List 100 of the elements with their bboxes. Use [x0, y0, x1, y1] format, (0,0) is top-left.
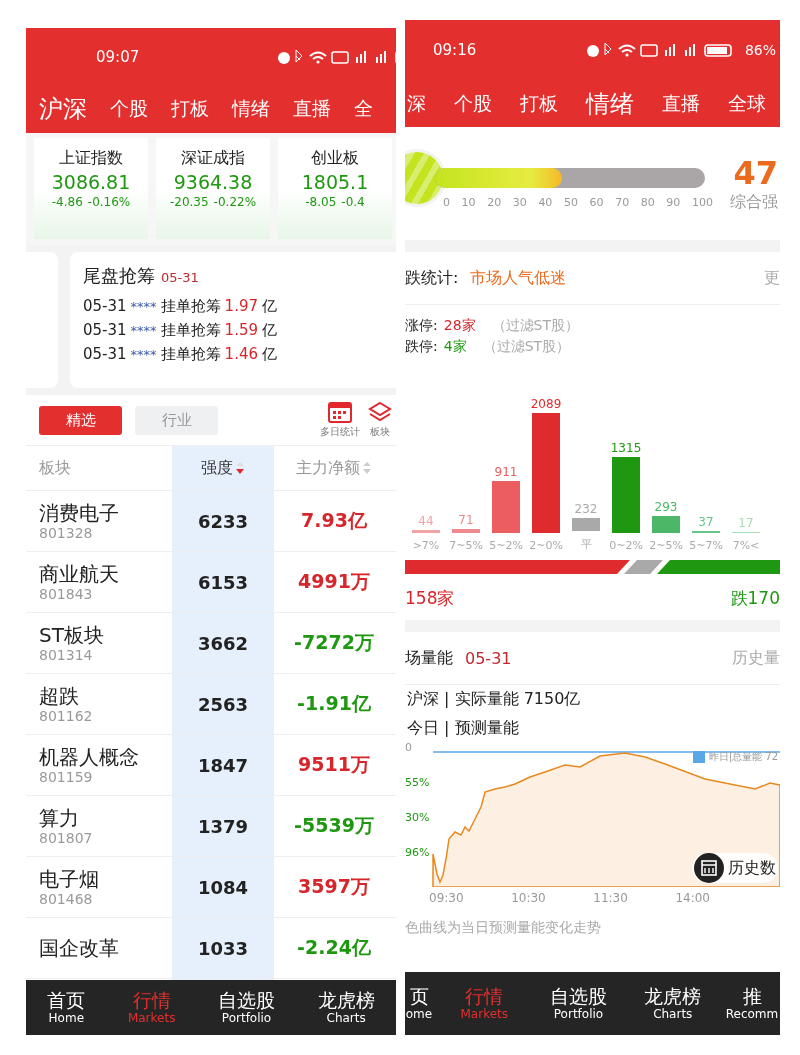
nav-item[interactable]: 龙虎榜 Charts: [629, 985, 716, 1022]
market-tab[interactable]: 个股: [454, 90, 492, 117]
nav-item[interactable]: 行情 Markets: [441, 985, 528, 1022]
up-total: 158家: [405, 586, 455, 610]
status-time: 09:16: [433, 41, 477, 59]
sector-name[interactable]: 消费电子: [39, 500, 172, 525]
sector-code: 801807: [39, 829, 94, 847]
index-percent: -0.16%: [87, 195, 131, 209]
x-axis-label: 10:30: [511, 891, 546, 905]
index-value: 9364.38: [173, 171, 253, 193]
score-caption: 综合强: [730, 192, 778, 213]
market-tab[interactable]: 情绪: [586, 87, 634, 120]
bar-value-label: 37: [698, 514, 714, 529]
nav-item[interactable]: 首页 Home: [47, 989, 86, 1026]
net-flow-cell-text: 4991万: [297, 569, 371, 594]
mood-label: 市场人气低迷: [470, 267, 567, 289]
tool-label[interactable]: 板块: [370, 425, 390, 439]
sort-descending-icon[interactable]: [235, 461, 245, 475]
gauge-tick-label: 10: [461, 195, 476, 209]
bar-category-label: 平: [580, 537, 592, 552]
y-axis-label: 0: [405, 741, 413, 754]
x-axis-label: 09:30: [429, 891, 464, 905]
nav-item[interactable]: 页 ome: [405, 985, 433, 1022]
sector-name[interactable]: 国企改革: [39, 936, 172, 960]
bar-category-label: 5~2%: [489, 539, 523, 552]
sector-name[interactable]: 超跌: [39, 683, 172, 708]
market-tab[interactable]: 打板: [171, 96, 209, 122]
nav-item[interactable]: 推 Recomm: [724, 985, 780, 1022]
item-amount: 1.46: [224, 345, 258, 363]
column-header[interactable]: 强度: [201, 457, 233, 479]
history-data-button[interactable]: 历史数: [692, 853, 778, 883]
net-flow-cell-text: 9511万: [297, 752, 371, 777]
sector-name[interactable]: 电子烟: [39, 866, 172, 891]
down-total: 跌170: [730, 586, 780, 610]
sector-code: 801328: [39, 524, 94, 542]
gauge-tick-label: 90: [666, 195, 681, 209]
y-axis-label: 55%: [405, 776, 430, 789]
calendar-icon[interactable]: [328, 401, 352, 423]
index-card[interactable]: 上证指数 3086.81 -4.86 -0.16%: [34, 138, 148, 239]
index-card[interactable]: 创业板 1805.1 -8.05 -0.4: [278, 138, 392, 239]
market-tab[interactable]: 全球: [728, 90, 766, 117]
market-tab[interactable]: 情绪: [232, 96, 270, 122]
notice-card[interactable]: 尾盘抢筹 05-31 05-31 **** 挂单抢筹 1.97 亿 05-31 **** 挂单抢筹 1.59 亿 05-31 **** 挂单抢筹 1.46 亿: [70, 252, 396, 388]
bar-category-label: 7~5%: [449, 539, 483, 552]
bar-category-label: 5~7%: [689, 539, 723, 552]
market-tab[interactable]: 全: [354, 96, 373, 122]
tool-label[interactable]: 多日统计: [320, 425, 360, 439]
status-time: 09:07: [96, 47, 140, 66]
sector-name[interactable]: 机器人概念: [39, 744, 172, 769]
strength-cell-text: 1847: [196, 754, 250, 776]
gauge-tick-label: 70: [615, 195, 630, 209]
sector-code: 801159: [39, 768, 94, 786]
limit-up-label: 涨停:: [405, 317, 438, 335]
nav-item[interactable]: 龙虎榜 Charts: [317, 989, 375, 1026]
chart-caption: 色曲线为当日预测量能变化走势: [405, 918, 602, 937]
bar-value-label: 232: [574, 501, 598, 516]
net-flow-cell-text: -7272万: [293, 630, 375, 655]
item-amount: 1.59: [224, 321, 258, 339]
market-tab[interactable]: 直播: [293, 96, 331, 122]
net-flow-cell-text: -2.24亿: [296, 935, 372, 960]
bar-value-label: 911: [494, 464, 518, 479]
market-tab[interactable]: 个股: [110, 96, 148, 122]
sector-code: 801162: [39, 707, 94, 725]
market-tab[interactable]: 沪深: [39, 93, 87, 125]
strength-cell-text: 6233: [196, 510, 250, 532]
market-tab[interactable]: 直播: [662, 90, 700, 117]
index-card[interactable]: 深证成指 9364.38 -20.35 -0.22%: [156, 138, 270, 239]
section-title: 跌统计:: [405, 267, 459, 289]
sector-code: 801314: [39, 646, 94, 664]
index-percent: -0.22%: [213, 195, 257, 209]
nav-item[interactable]: 自选股 Portfolio: [535, 985, 622, 1022]
item-date: 05-31: [83, 321, 127, 339]
layers-icon[interactable]: [368, 401, 392, 423]
gauge-tick-label: 20: [487, 195, 502, 209]
item-date: 05-31: [83, 297, 127, 315]
gauge-tick-label: 40: [538, 195, 553, 209]
index-name: 创业板: [311, 148, 359, 169]
net-flow-cell-text: -5539万: [293, 813, 375, 838]
item-text: 挂单抢筹: [160, 345, 221, 364]
forecast-volume: 今日 | 预测量能: [406, 717, 520, 739]
x-axis-label: 14:00: [675, 891, 710, 905]
nav-item[interactable]: 行情 Markets: [127, 989, 176, 1026]
sector-name[interactable]: ST板块: [39, 622, 172, 647]
index-value: 3086.81: [51, 171, 131, 193]
nav-item[interactable]: 自选股 Portfolio: [218, 989, 276, 1026]
net-flow-cell-text: 7.93亿: [300, 508, 368, 533]
actual-volume: 沪深 | 实际量能 7150亿: [406, 688, 582, 710]
sector-name[interactable]: 商业航天: [39, 561, 172, 586]
item-unit: 亿: [262, 297, 277, 316]
strength-cell-text: 3662: [196, 632, 250, 654]
bar-value-label: 17: [738, 516, 754, 531]
masked-name: ****: [130, 299, 157, 314]
market-tab[interactable]: 打板: [520, 90, 558, 117]
market-tab[interactable]: 深: [407, 90, 426, 117]
gauge-tick-label: 50: [563, 195, 578, 209]
sector-name[interactable]: 算力: [39, 805, 172, 830]
bar-value-label: 71: [458, 512, 474, 527]
filter-button[interactable]: 精选: [39, 405, 122, 435]
battery-percent: 86%: [744, 42, 776, 58]
item-unit: 亿: [262, 321, 277, 340]
